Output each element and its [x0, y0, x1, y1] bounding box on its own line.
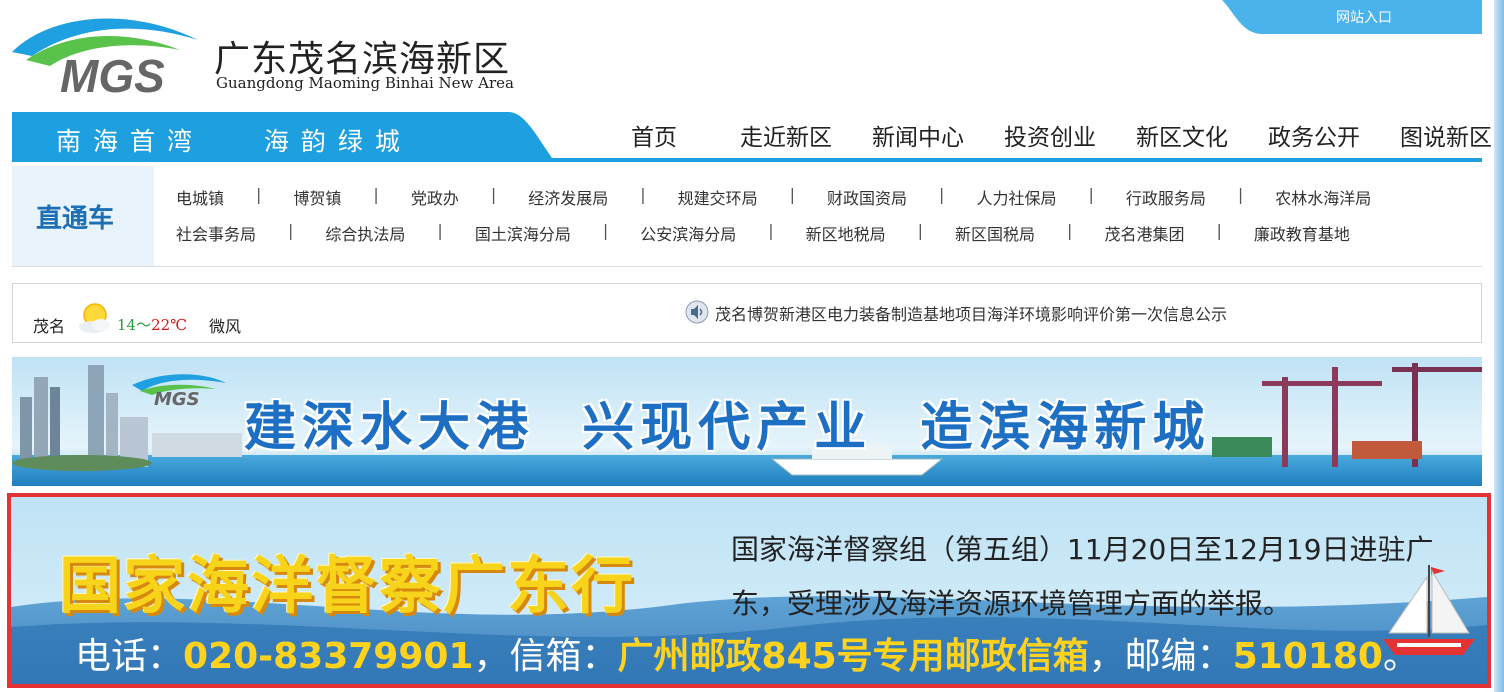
banner-contact-line: 电话：020-83379901，信箱：广州邮政845号专用邮政信箱，邮编：510…	[75, 627, 1419, 679]
sailboat-icon	[1383, 565, 1475, 655]
quick-link-separator: |	[939, 185, 945, 204]
quick-link-item[interactable]: 农林水海洋局	[1275, 185, 1371, 209]
quick-link-separator: |	[768, 221, 774, 240]
site-header: MGS 广东茂名滨海新区 Guangdong Maoming Binhai Ne…	[0, 0, 1504, 110]
banner-title: 国家海洋督察广东行	[59, 549, 636, 622]
quick-link-item[interactable]: 新区国税局	[955, 221, 1035, 245]
phone-label: 电话：	[75, 636, 184, 677]
quick-link-item[interactable]: 国土滨海分局	[475, 221, 571, 245]
quick-link-separator: |	[437, 221, 443, 240]
temperature-separator: ～	[136, 316, 152, 334]
weather-city: 茂名	[33, 317, 66, 336]
main-nav: 南海首湾 海韵绿城 首页 走近新区 新闻中心 投资创业 新区文化 政务公开 图说…	[12, 112, 1492, 162]
quick-links-label: 直通车	[36, 204, 115, 234]
quick-link-item[interactable]: 廉政教育基地	[1254, 221, 1350, 245]
sun-cloud-icon	[79, 303, 110, 333]
nav-item-news[interactable]: 新闻中心	[852, 118, 984, 152]
phone-number: 020-83379901	[183, 636, 474, 677]
nav-item-home[interactable]: 首页	[588, 118, 720, 152]
logo-text: MGS	[60, 50, 165, 100]
temperature-high: 22℃	[151, 316, 187, 334]
quick-link-item[interactable]: 财政国资局	[827, 185, 907, 209]
quick-link-item[interactable]: 电城镇	[176, 185, 224, 209]
zip-label: ，邮编：	[1088, 636, 1233, 677]
quick-link-item[interactable]: 党政办	[411, 185, 459, 209]
quick-link-separator: |	[373, 185, 379, 204]
quick-link-item[interactable]: 人力社保局	[976, 185, 1056, 209]
quick-link-separator: |	[1067, 221, 1073, 240]
zip-code: 510180	[1232, 636, 1383, 677]
quick-link-item[interactable]: 公安滨海分局	[640, 221, 736, 245]
nav-item-gallery[interactable]: 图说新区	[1380, 118, 1504, 152]
quick-link-separator: |	[640, 185, 646, 204]
speaker-icon	[685, 300, 709, 324]
wind: 微风	[209, 317, 242, 336]
mgs-logo[interactable]: MGS	[10, 10, 200, 100]
temperature: 14～22℃	[117, 314, 187, 335]
mailbox: 广州邮政845号专用邮政信箱	[617, 636, 1089, 677]
quick-link-separator: |	[490, 185, 497, 204]
quick-link-item[interactable]: 行政服务局	[1126, 185, 1206, 209]
banner-notice: 国家海洋督察组（第五组）11月20日至12月19日进驻广东，受理涉及海洋资源环境…	[731, 533, 1434, 620]
quick-link-item[interactable]: 新区地税局	[806, 221, 886, 245]
mail-label: ，信箱：	[473, 636, 618, 677]
quick-links-row-2: 社会事务局 | 综合执法局 | 国土滨海分局 | 公安滨海分局 | 新区地税局 | 新区国税局 | 茂名…	[176, 221, 1350, 245]
nav-item-culture[interactable]: 新区文化	[1116, 118, 1248, 152]
quick-link-separator: |	[602, 221, 609, 240]
nav-underline	[12, 158, 1482, 162]
quick-link-separator: |	[917, 221, 924, 240]
quick-link-item[interactable]: 规建交环局	[678, 185, 758, 209]
nav-slogan: 南海首湾 海韵绿城	[56, 127, 412, 156]
quick-link-separator: |	[256, 185, 262, 204]
temperature-low: 14	[117, 316, 137, 334]
nav-item-gov-affairs[interactable]: 政务公开	[1248, 118, 1380, 152]
nav-item-investment[interactable]: 投资创业	[984, 118, 1116, 152]
site-subtitle: Guangdong Maoming Binhai New Area	[216, 74, 514, 92]
quick-links-row-1: 电城镇 | 博贺镇 | 党政办 | 经济发展局 | 规建交环局 | 财政国资局 | 人力社保局 | 行政服务…	[176, 185, 1371, 209]
quick-link-item[interactable]: 综合执法局	[325, 221, 405, 245]
portal-link[interactable]: 网站入口	[1336, 7, 1392, 27]
news-ticker-link[interactable]: 茂名博贺新港区电力装备制造基地项目海洋环境影响评价第一次信息公示	[715, 301, 1227, 325]
quick-link-separator: |	[1216, 221, 1222, 240]
right-edge-stripe	[1494, 0, 1504, 692]
info-bar: 茂名 14～22℃ 微风 茂名博贺新港区电力装备制造基地项目海洋环境影响评价第一…	[12, 283, 1482, 343]
quick-link-item[interactable]: 社会事务局	[176, 221, 256, 245]
nav-menu: 首页 走近新区 新闻中心 投资创业 新区文化 政务公开 图说新区	[588, 118, 1504, 152]
quick-links-panel: 直通车 电城镇 | 博贺镇 | 党政办 | 经济发展局 | 规建交环局 | 财政国资局 | 人力社保局 |…	[12, 166, 1482, 267]
quick-link-separator: |	[1088, 185, 1094, 204]
quick-link-item[interactable]: 博贺镇	[293, 185, 341, 209]
ocean-inspection-banner[interactable]: 国家海洋督察广东行 国家海洋督察组（第五组）11月20日至12月19日进驻广东，…	[7, 493, 1491, 688]
banner-logo-text: MGS	[154, 389, 200, 410]
quick-link-item[interactable]: 经济发展局	[528, 185, 608, 209]
quick-link-separator: |	[789, 185, 796, 204]
quick-link-separator: |	[1237, 185, 1244, 204]
banner-slogan: 建深水大港 兴现代产业 造滨海新城	[244, 397, 1211, 458]
nav-item-about[interactable]: 走近新区	[720, 118, 852, 152]
quick-link-item[interactable]: 茂名港集团	[1104, 221, 1184, 245]
quick-links-label-box: 直通车	[12, 166, 154, 266]
quick-link-separator: |	[288, 221, 294, 240]
slogan-banner[interactable]: MGS 建深水大港 兴现代产业 造滨海新城	[12, 357, 1482, 486]
